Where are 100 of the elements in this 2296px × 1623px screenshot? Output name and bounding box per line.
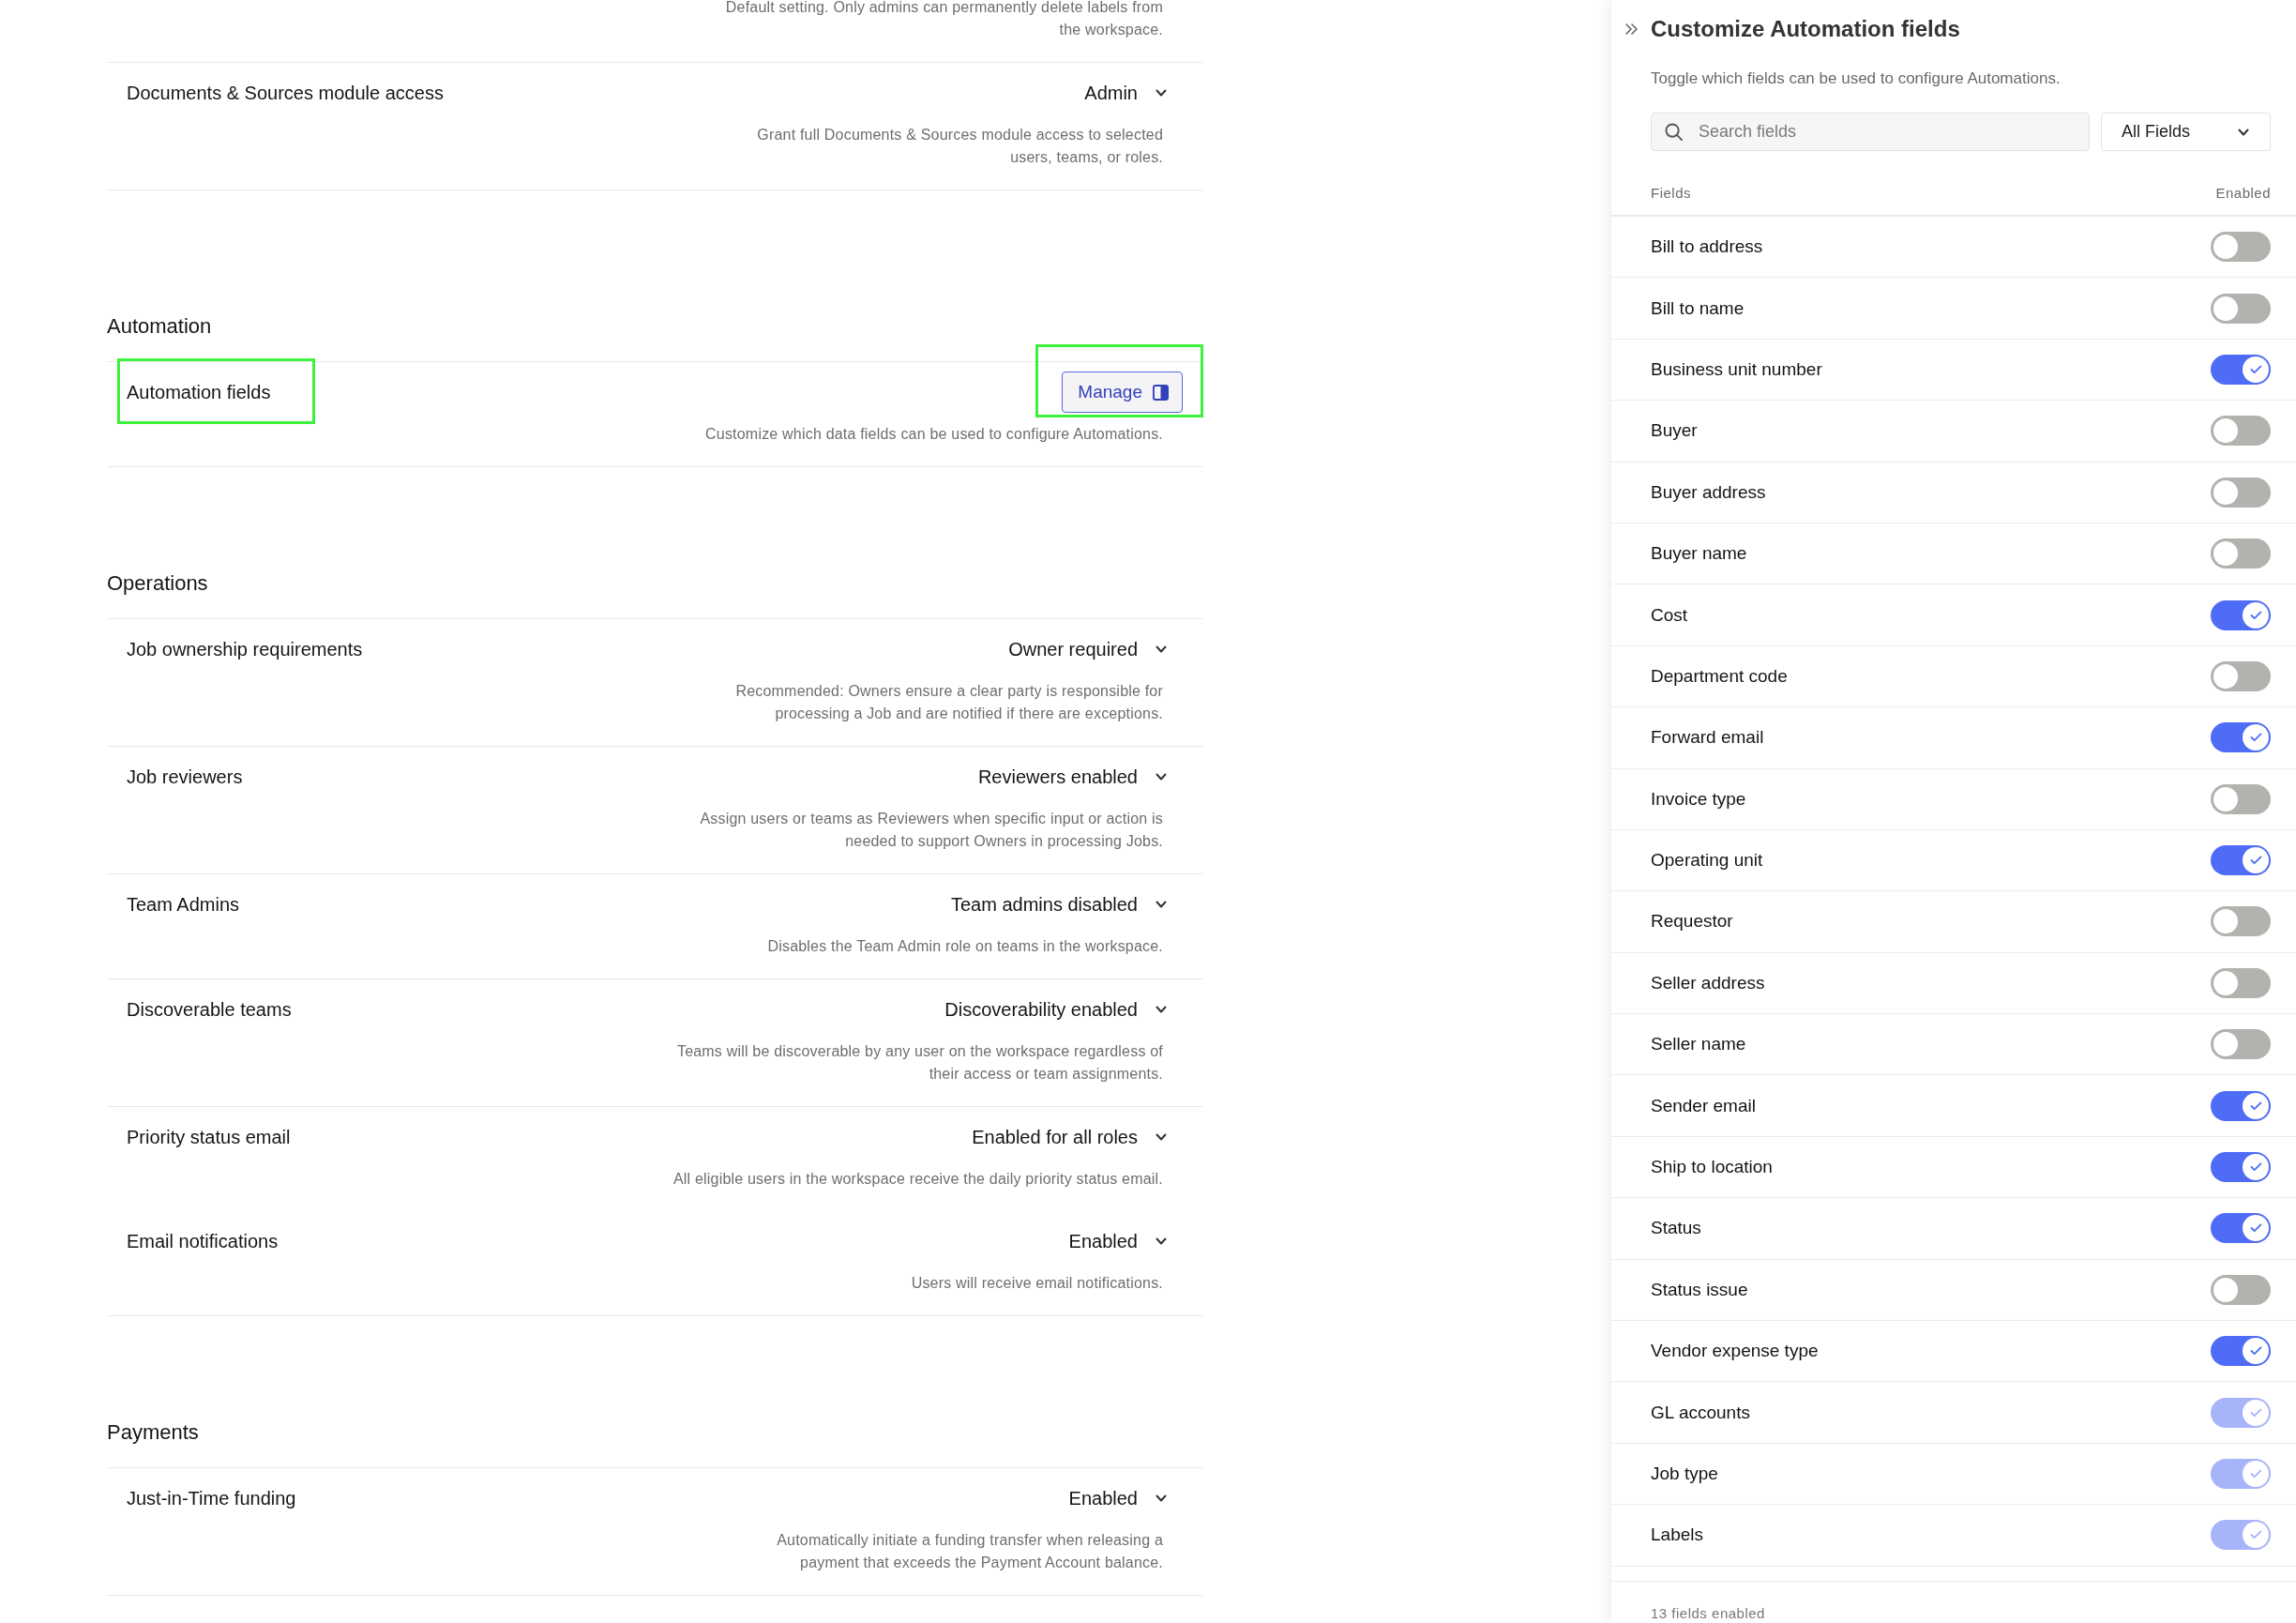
field-label: Bill to name bbox=[1651, 297, 1745, 319]
check-icon bbox=[2249, 1407, 2262, 1418]
field-label: Cost bbox=[1651, 604, 1688, 626]
section-heading: Payments bbox=[107, 1419, 199, 1446]
toggle-switch[interactable] bbox=[2211, 1274, 2271, 1305]
double-chevron-icon[interactable] bbox=[1625, 23, 1638, 35]
field-label: Buyer bbox=[1651, 420, 1698, 442]
toggle-switch[interactable] bbox=[2211, 906, 2271, 937]
value-dropdown[interactable]: Enabled bbox=[1061, 1225, 1183, 1257]
setting-label: Automation fields bbox=[127, 381, 271, 404]
field-label: Buyer address bbox=[1651, 481, 1766, 503]
field-label: Requestor bbox=[1651, 911, 1733, 933]
toggle-switch[interactable] bbox=[2211, 845, 2271, 876]
setting-description: Users will receive email notifications. bbox=[911, 1274, 1163, 1293]
toggle-switch[interactable] bbox=[2211, 354, 2271, 385]
check-icon bbox=[2249, 1530, 2262, 1540]
field-label: Status bbox=[1651, 1218, 1701, 1239]
section-heading: Automation bbox=[107, 313, 212, 340]
search-field[interactable]: Search fields bbox=[1651, 113, 2090, 151]
field-label: Labels bbox=[1651, 1524, 1703, 1546]
check-icon bbox=[2249, 1346, 2262, 1357]
toggle-switch[interactable] bbox=[2211, 1213, 2271, 1244]
field-label: Seller name bbox=[1651, 1034, 1746, 1055]
field-label: Seller address bbox=[1651, 972, 1765, 994]
setting-label: Email notifications bbox=[127, 1230, 279, 1253]
field-label: GL accounts bbox=[1651, 1402, 1750, 1423]
toggle-switch[interactable] bbox=[2211, 783, 2271, 814]
setting-description: Disables the Team Admin role on teams in the workspace. bbox=[767, 937, 1163, 956]
toggle-switch[interactable] bbox=[2211, 1152, 2271, 1183]
field-label: Forward email bbox=[1651, 727, 1764, 749]
toggle-switch[interactable] bbox=[2211, 1090, 2271, 1121]
setting-label: Priority status email bbox=[127, 1126, 291, 1149]
filter-dropdown[interactable]: All Fields bbox=[2101, 113, 2271, 151]
setting-label: Job ownership requirements bbox=[127, 638, 363, 661]
field-label: Sender email bbox=[1651, 1095, 1756, 1116]
chevron-down-icon bbox=[1156, 1237, 1167, 1245]
check-icon bbox=[2249, 856, 2262, 866]
check-icon bbox=[2249, 733, 2262, 743]
field-label: Business unit number bbox=[1651, 358, 1822, 380]
check-icon bbox=[2249, 1469, 2262, 1479]
value-dropdown[interactable]: Discoverability enabled bbox=[937, 994, 1183, 1025]
toggle-switch[interactable] bbox=[2211, 232, 2271, 263]
check-icon bbox=[2249, 1100, 2262, 1111]
column-header: Enabled bbox=[2215, 184, 2271, 203]
search-icon bbox=[1665, 123, 1683, 141]
setting-label: Team Admins bbox=[127, 893, 240, 917]
toggle-switch[interactable] bbox=[2211, 293, 2271, 324]
setting-description: All eligible users in the workspace receive the daily priority status email. bbox=[672, 1170, 1163, 1189]
column-header: Fields bbox=[1651, 184, 1691, 203]
setting-label: Documents & Sources module access bbox=[127, 82, 444, 105]
chevron-down-icon bbox=[1156, 773, 1167, 781]
chevron-down-icon bbox=[1156, 89, 1167, 97]
toggle-switch[interactable] bbox=[2211, 477, 2271, 508]
toggle-switch[interactable] bbox=[2211, 967, 2271, 998]
chevron-down-icon bbox=[1156, 645, 1167, 653]
panel-icon bbox=[1153, 384, 1169, 401]
field-label: Invoice type bbox=[1651, 788, 1746, 810]
panel-subtitle: Toggle which fields can be used to configure Automations. bbox=[1651, 68, 2061, 89]
setting-description: Teams will be discoverable by any user on the workspace regardless of their access or team assignments. bbox=[676, 1042, 1163, 1084]
check-icon bbox=[2249, 364, 2262, 374]
setting-description: Default setting. Only admins can permanently delete labels from the workspace. bbox=[725, 0, 1163, 39]
manage-button[interactable]: Manage bbox=[1062, 372, 1183, 413]
setting-description: Automatically initiate a funding transfer when releasing a payment that exceeds the Payment Account balance. bbox=[777, 1531, 1163, 1572]
field-label: Status issue bbox=[1651, 1279, 1748, 1300]
setting-description: Customize which data fields can be used to configure Automations. bbox=[705, 425, 1163, 444]
value-dropdown[interactable]: Team admins disabled bbox=[944, 888, 1183, 920]
toggle-switch[interactable] bbox=[2211, 538, 2271, 569]
chevron-down-icon bbox=[1156, 901, 1167, 908]
field-label: Ship to location bbox=[1651, 1157, 1773, 1178]
setting-label: Discoverable teams bbox=[127, 998, 292, 1022]
toggle-switch[interactable] bbox=[2211, 1336, 2271, 1367]
section-heading: Operations bbox=[107, 570, 208, 597]
setting-label: Just-in-Time funding bbox=[127, 1487, 296, 1510]
setting-description: Grant full Documents & Sources module access to selected users, teams, or roles. bbox=[757, 126, 1163, 167]
toggle-switch[interactable] bbox=[2211, 660, 2271, 691]
toggle-switch[interactable] bbox=[2211, 599, 2271, 630]
field-label: Vendor expense type bbox=[1651, 1341, 1819, 1362]
panel-title: Customize Automation fields bbox=[1651, 15, 1960, 43]
setting-label: Job reviewers bbox=[127, 766, 243, 789]
enabled-count: 13 fields enabled bbox=[1651, 1604, 1765, 1621]
toggle-switch[interactable] bbox=[2211, 722, 2271, 753]
value-dropdown[interactable]: Admin bbox=[1077, 77, 1183, 109]
check-icon bbox=[2249, 610, 2262, 620]
setting-description: Assign users or teams as Reviewers when specific input or action is needed to support Owners in processing Jobs. bbox=[700, 810, 1163, 851]
value-dropdown[interactable]: Enabled bbox=[1061, 1482, 1183, 1514]
field-label: Buyer name bbox=[1651, 543, 1747, 565]
field-label: Job type bbox=[1651, 1464, 1718, 1484]
value-dropdown[interactable]: Reviewers enabled bbox=[970, 761, 1183, 793]
chevron-down-icon bbox=[1156, 1006, 1167, 1013]
toggle-switch[interactable] bbox=[2211, 416, 2271, 447]
setting-description: Recommended: Owners ensure a clear party is responsible for processing a Job and are notified if there are exceptions. bbox=[735, 682, 1163, 723]
field-label: Bill to address bbox=[1651, 236, 1763, 258]
chevron-down-icon bbox=[1156, 1133, 1167, 1141]
field-label: Operating unit bbox=[1651, 850, 1763, 872]
field-label: Department code bbox=[1651, 665, 1788, 687]
toggle-switch[interactable] bbox=[2211, 1029, 2271, 1060]
value-dropdown[interactable]: Owner required bbox=[1001, 633, 1183, 665]
value-dropdown[interactable]: Enabled for all roles bbox=[964, 1121, 1183, 1153]
check-icon bbox=[2249, 1223, 2262, 1234]
check-icon bbox=[2249, 1162, 2262, 1173]
